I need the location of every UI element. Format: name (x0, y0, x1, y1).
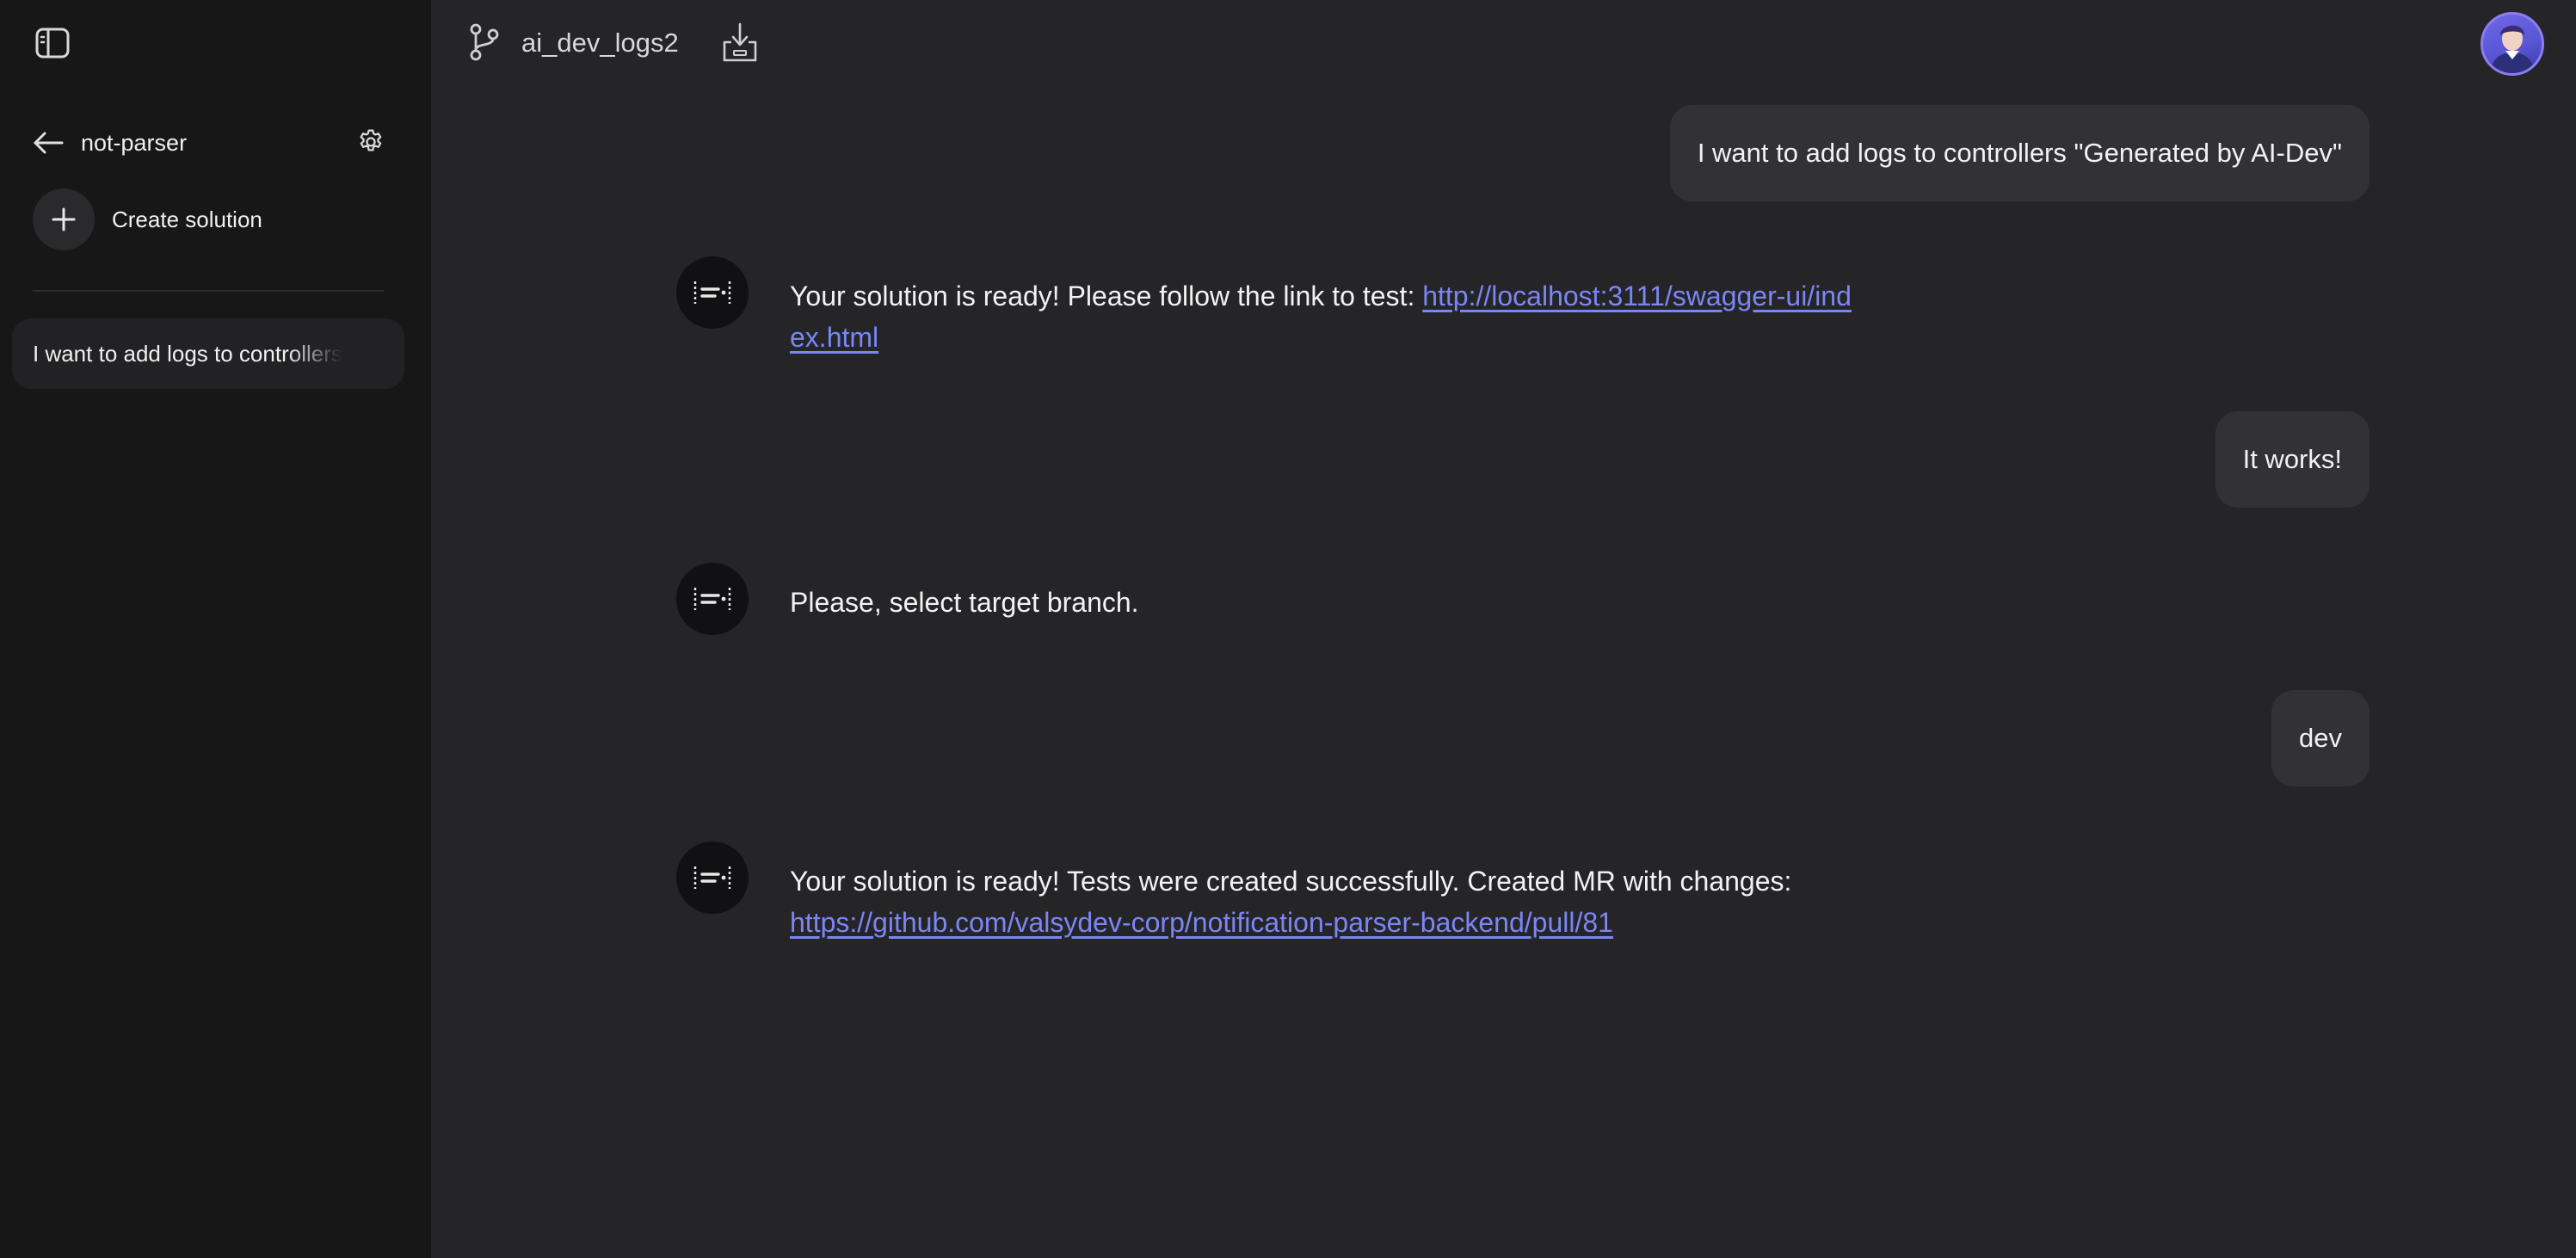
user-message: It works! (2215, 411, 2370, 508)
user-message-text: dev (2299, 723, 2342, 753)
gear-icon (360, 129, 382, 151)
assistant-message-text: Please, select target branch. (790, 582, 1857, 623)
session-title: I want to add logs to controllers (33, 340, 342, 367)
assistant-message: Your solution is ready! Please follow th… (676, 256, 1898, 358)
user-avatar-icon (2490, 25, 2535, 73)
ai-dev-logo-icon (693, 866, 731, 889)
settings-button[interactable] (351, 122, 391, 162)
user-message: dev (2271, 690, 2370, 786)
sidebar-divider (33, 290, 384, 292)
user-message-text: I want to add logs to controllers "Gener… (1697, 138, 2342, 168)
user-message-text: It works! (2242, 444, 2342, 474)
arrow-left-icon (34, 132, 64, 154)
plus-icon (52, 207, 76, 231)
create-solution-button[interactable]: Create solution (33, 188, 262, 251)
sidebar-toggle-button[interactable] (31, 24, 74, 62)
branch-name: ai_dev_logs2 (521, 28, 679, 58)
project-header: not-parser (31, 122, 392, 163)
assistant-avatar (676, 256, 749, 329)
sidebar-toggle-icon (35, 28, 70, 59)
user-message: I want to add logs to controllers "Gener… (1669, 105, 2370, 201)
assistant-message-body: Your solution is ready! Please follow th… (790, 281, 1423, 311)
assistant-message-body: Your solution is ready! Tests were creat… (790, 866, 1792, 897)
download-button[interactable] (719, 21, 761, 64)
branch-indicator (465, 22, 504, 62)
assistant-message: Your solution is ready! Tests were creat… (676, 842, 1898, 943)
assistant-avatar (676, 842, 749, 914)
assistant-avatar (676, 563, 749, 635)
assistant-message-text: Your solution is ready! Please follow th… (790, 275, 1857, 358)
session-item[interactable]: I want to add logs to controllers (12, 318, 404, 389)
assistant-message-body: Please, select target branch. (790, 587, 1139, 618)
ai-dev-logo-icon (693, 281, 731, 304)
create-solution-icon-wrap (33, 188, 95, 250)
download-icon (723, 22, 757, 62)
git-branch-icon (470, 23, 499, 61)
assistant-message-text: Your solution is ready! Tests were creat… (790, 860, 1857, 943)
ai-dev-logo-icon (693, 588, 731, 610)
user-avatar[interactable] (2480, 12, 2544, 76)
back-button[interactable] (31, 126, 65, 160)
create-solution-label: Create solution (112, 206, 262, 232)
merge-request-link[interactable]: https://github.com/valsydev-corp/notific… (790, 907, 1613, 938)
sidebar: not-parser Create solution I want to add… (0, 0, 431, 1258)
assistant-message: Please, select target branch. (676, 563, 1898, 635)
project-name: not-parser (81, 129, 188, 156)
